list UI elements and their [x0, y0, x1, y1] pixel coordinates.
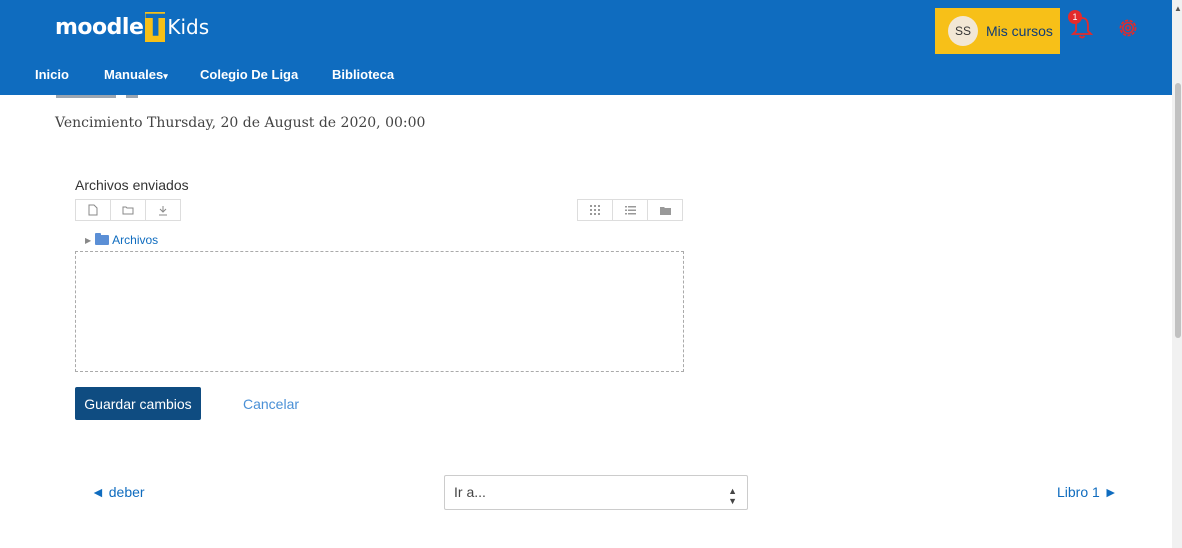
new-file-icon[interactable] [76, 200, 111, 220]
nav-biblioteca[interactable]: Biblioteca [332, 67, 394, 82]
previous-activity-link[interactable]: ◄ deber [91, 484, 145, 500]
select-arrows-icon: ▲ ▼ [728, 486, 737, 506]
folder-label[interactable]: Archivos [112, 233, 158, 247]
mis-cursos-link[interactable]: Mis cursos [986, 23, 1053, 39]
new-folder-icon[interactable] [111, 200, 146, 220]
site-logo[interactable]: moodle T Kids [55, 9, 209, 45]
notification-badge: 1 [1068, 10, 1082, 24]
cancel-link[interactable]: Cancelar [243, 396, 299, 412]
files-section-title: Archivos enviados [75, 177, 189, 193]
jump-to-select[interactable]: Ir a... ▲ ▼ [444, 475, 748, 510]
next-activity-link[interactable]: Libro 1 ► [1057, 484, 1118, 500]
folder-tree-item[interactable]: ▶ Archivos [85, 233, 158, 247]
clipped-heading-fragment [56, 95, 138, 98]
nav-colegio[interactable]: Colegio De Liga [200, 67, 298, 82]
nav-inicio[interactable]: Inicio [35, 67, 69, 82]
save-changes-button[interactable]: Guardar cambios [75, 387, 201, 420]
file-actions-toolbar [75, 199, 181, 221]
tree-view-icon[interactable] [648, 200, 682, 220]
grid-view-icon[interactable] [578, 200, 613, 220]
list-view-icon[interactable] [613, 200, 648, 220]
avatar[interactable]: SS [948, 16, 978, 46]
scroll-thumb[interactable] [1175, 83, 1181, 338]
logo-word: moodle [55, 14, 144, 40]
logo-suffix: Kids [167, 15, 210, 39]
file-drop-zone[interactable] [75, 251, 684, 372]
nav-manuales-label: Manuales [104, 67, 164, 82]
expand-triangle-icon[interactable]: ▶ [85, 236, 91, 245]
logo-letter: T [145, 9, 166, 44]
due-date: Vencimiento Thursday, 20 de August de 20… [55, 115, 426, 131]
folder-icon [95, 233, 110, 245]
scroll-up-arrow-icon[interactable]: ▲ [1174, 4, 1182, 13]
caret-down-icon: ▾ [163, 71, 168, 81]
user-menu[interactable]: SS Mis cursos [935, 8, 1060, 54]
nav-manuales[interactable]: Manuales▾ [104, 67, 168, 82]
header-bar: moodle T Kids Inicio Manuales▾ Colegio D… [0, 0, 1172, 95]
gear-icon[interactable] [1117, 17, 1139, 39]
download-icon[interactable] [146, 200, 180, 220]
jump-to-value: Ir a... [454, 484, 486, 500]
view-toggle-toolbar [577, 199, 683, 221]
